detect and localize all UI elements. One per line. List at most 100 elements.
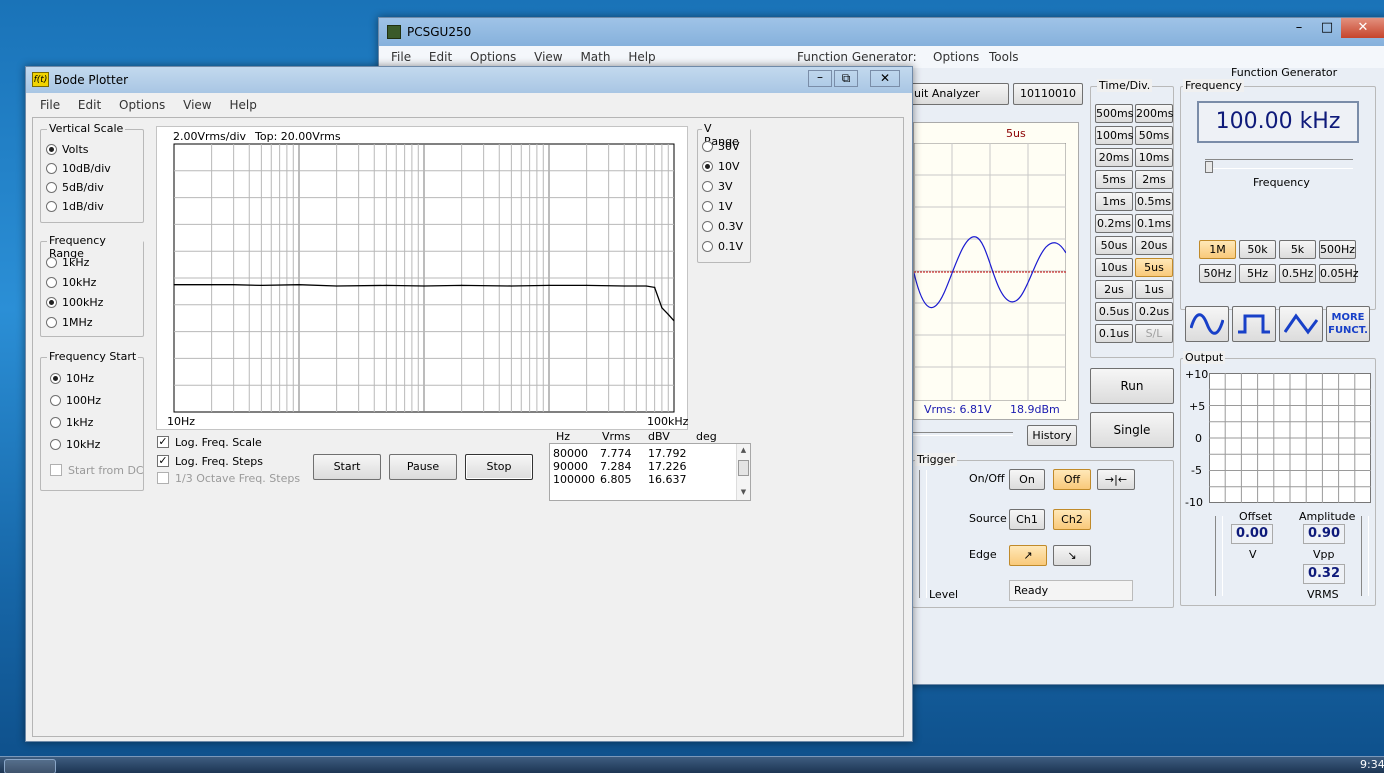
menu-math[interactable]: Math [580,50,610,64]
run-button[interactable]: Run [1090,368,1174,404]
trigger-ch2-button[interactable]: Ch2 [1053,509,1091,530]
vrange-30v-radio[interactable] [702,141,713,152]
vrms-value[interactable]: 0.32 [1303,564,1345,584]
fstart-10hz-radio[interactable] [50,373,61,384]
scroll-down-icon[interactable]: ▼ [737,486,750,498]
timediv-2us-button[interactable]: 2us [1095,280,1133,299]
trigger-off-button[interactable]: Off [1053,469,1091,490]
frange-100khz-radio[interactable] [46,297,57,308]
bode-menu-edit[interactable]: Edit [78,98,101,112]
timediv-0-5ms-button[interactable]: 0.5ms [1135,192,1173,211]
tab-circuit-analyzer[interactable]: uit Analyzer [899,83,1009,105]
timediv-0-2us-button[interactable]: 0.2us [1135,302,1173,321]
fg-range-500hz-button[interactable]: 500Hz [1319,240,1356,259]
start-from-dc-checkbox[interactable] [50,464,62,476]
fg-range-0-5hz-button[interactable]: 0.5Hz [1279,264,1316,283]
fg-range-5k-button[interactable]: 5k [1279,240,1316,259]
square-wave-icon[interactable] [1232,306,1276,342]
timediv-500ms-button[interactable]: 500ms [1095,104,1133,123]
scroll-thumb[interactable] [738,460,749,476]
timediv-s-l-button[interactable]: S/L [1135,324,1173,343]
rising-edge-icon[interactable]: ↗ [1009,545,1047,566]
bode-menu-file[interactable]: File [40,98,60,112]
vscale-5db-div-radio[interactable] [46,182,57,193]
menu-view[interactable]: View [534,50,562,64]
more-functions-button[interactable]: MORE FUNCT. [1326,306,1370,342]
fg-menu-tools[interactable]: Tools [989,50,1019,64]
data-table[interactable]: 80000 7.774 17.792 90000 7.284 17.226 100000 6.… [549,443,751,501]
vrange-1v-radio[interactable] [702,201,713,212]
bode-minimize-icon[interactable]: – [808,70,832,87]
minimize-icon[interactable]: – [1285,18,1313,38]
bode-menu-help[interactable]: Help [229,98,256,112]
vrange-10v-radio[interactable] [702,161,713,172]
table-scrollbar[interactable]: ▲ ▼ [736,444,750,500]
vrange-3v-radio[interactable] [702,181,713,192]
falling-edge-icon[interactable]: ↘ [1053,545,1091,566]
timediv-0-1us-button[interactable]: 0.1us [1095,324,1133,343]
table-row[interactable]: 90000 7.284 17.226 [550,460,736,473]
taskbar-app-icon[interactable] [4,759,56,773]
bode-close-icon[interactable]: ✕ [870,70,900,87]
menu-file[interactable]: File [391,50,411,64]
table-row[interactable]: 100000 6.805 16.637 [550,473,736,486]
octave-steps-checkbox[interactable] [157,472,169,484]
vscale-volts-radio[interactable] [46,144,57,155]
offset-value[interactable]: 0.00 [1231,524,1273,544]
pause-button[interactable]: Pause [389,454,457,480]
scroll-up-icon[interactable]: ▲ [737,444,750,456]
fstart-100hz-radio[interactable] [50,395,61,406]
vrange-0-3v-radio[interactable] [702,221,713,232]
amplitude-slider[interactable] [1361,516,1369,596]
bode-restore-icon[interactable]: ⧉ [834,70,858,87]
log-freq-steps-checkbox[interactable]: ✓ [157,455,169,467]
sine-wave-icon[interactable] [1185,306,1229,342]
trigger-level-slider[interactable] [919,470,927,598]
menu-options[interactable]: Options [470,50,516,64]
close-icon[interactable]: ✕ [1341,18,1384,38]
fg-range-5hz-button[interactable]: 5Hz [1239,264,1276,283]
vscale-1db-div-radio[interactable] [46,201,57,212]
amplitude-value[interactable]: 0.90 [1303,524,1345,544]
timediv-50ms-button[interactable]: 50ms [1135,126,1173,145]
scope-hscroll[interactable] [913,432,1013,436]
fg-menu-options[interactable]: Options [933,50,979,64]
frange-1khz-radio[interactable] [46,257,57,268]
timediv-0-1ms-button[interactable]: 0.1ms [1135,214,1173,233]
fg-range-0-05hz-button[interactable]: 0.05Hz [1319,264,1359,283]
timediv-1ms-button[interactable]: 1ms [1095,192,1133,211]
timediv-20ms-button[interactable]: 20ms [1095,148,1133,167]
trigger-center-button[interactable]: →|← [1097,469,1135,490]
frequency-slider[interactable] [1205,159,1353,169]
timediv-0-2ms-button[interactable]: 0.2ms [1095,214,1133,233]
fstart-10khz-radio[interactable] [50,439,61,450]
timediv-20us-button[interactable]: 20us [1135,236,1173,255]
single-button[interactable]: Single [1090,412,1174,448]
timediv-100ms-button[interactable]: 100ms [1095,126,1133,145]
bode-menu-view[interactable]: View [183,98,211,112]
vscale-10db-div-radio[interactable] [46,163,57,174]
bode-menu-options[interactable]: Options [119,98,165,112]
trigger-ch1-button[interactable]: Ch1 [1009,509,1045,530]
fg-range-50k-button[interactable]: 50k [1239,240,1276,259]
table-row[interactable]: 80000 7.774 17.792 [550,447,736,460]
offset-slider[interactable] [1215,516,1223,596]
frange-10khz-radio[interactable] [46,277,57,288]
fg-range-50hz-button[interactable]: 50Hz [1199,264,1236,283]
maximize-icon[interactable]: □ [1313,18,1341,38]
frange-1mhz-radio[interactable] [46,317,57,328]
timediv-1us-button[interactable]: 1us [1135,280,1173,299]
history-button[interactable]: History [1027,425,1077,446]
menu-help[interactable]: Help [628,50,655,64]
timediv-200ms-button[interactable]: 200ms [1135,104,1173,123]
menu-edit[interactable]: Edit [429,50,452,64]
tab-binary[interactable]: 10110010 [1013,83,1083,105]
timediv-10us-button[interactable]: 10us [1095,258,1133,277]
trigger-on-button[interactable]: On [1009,469,1045,490]
fg-range-1m-button[interactable]: 1M [1199,240,1236,259]
frequency-slider-thumb[interactable] [1205,161,1213,173]
fstart-1khz-radio[interactable] [50,417,61,428]
timediv-10ms-button[interactable]: 10ms [1135,148,1173,167]
stop-button[interactable]: Stop [465,454,533,480]
timediv-2ms-button[interactable]: 2ms [1135,170,1173,189]
